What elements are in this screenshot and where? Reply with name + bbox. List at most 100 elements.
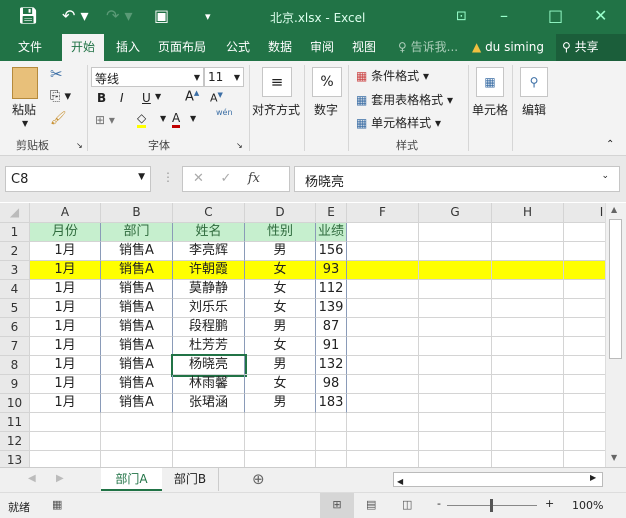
touch-mode-icon[interactable]: ▣ xyxy=(154,6,169,25)
column-header-A[interactable]: A xyxy=(30,203,101,223)
select-all-button[interactable]: ◢ xyxy=(0,203,30,223)
insert-function-button[interactable]: fx xyxy=(248,171,260,186)
page-break-view-icon[interactable]: ◫ xyxy=(402,498,412,511)
cell-D8[interactable]: 男 xyxy=(245,356,316,375)
tab-data[interactable]: 数据 xyxy=(262,34,298,61)
row-header[interactable]: 12 xyxy=(0,432,30,451)
enter-icon[interactable]: ✓ xyxy=(220,171,231,186)
cell-D1[interactable]: 性别 xyxy=(245,223,316,242)
cell-G7[interactable] xyxy=(419,337,492,356)
fill-dropdown-icon[interactable]: ▼ xyxy=(160,114,166,123)
format-as-table-button[interactable]: ▦ 套用表格格式 ▾ xyxy=(356,91,453,108)
cell-C3[interactable]: 许朝霞 xyxy=(173,261,245,280)
cell-B2[interactable]: 销售A xyxy=(101,242,173,261)
row-header[interactable]: 3 xyxy=(0,261,30,280)
font-name-select[interactable]: 等线 ▼ xyxy=(91,67,204,87)
cell-A8[interactable]: 1月 xyxy=(30,356,101,375)
cell-B13[interactable] xyxy=(101,451,173,467)
maximize-icon[interactable]: □ xyxy=(548,6,563,25)
zoom-slider-thumb[interactable] xyxy=(490,499,493,512)
cell-F5[interactable] xyxy=(347,299,419,318)
cell-C13[interactable] xyxy=(173,451,245,467)
scrollbar-thumb[interactable] xyxy=(609,219,622,359)
percent-icon[interactable]: % xyxy=(312,67,342,97)
tab-review[interactable]: 审阅 xyxy=(304,34,340,61)
cell-B3[interactable]: 销售A xyxy=(101,261,173,280)
cell-C1[interactable]: 姓名 xyxy=(173,223,245,242)
cell-E11[interactable] xyxy=(316,413,347,432)
paste-dropdown-icon[interactable]: ▼ xyxy=(22,119,28,128)
cell-I11[interactable] xyxy=(564,413,605,432)
cell-C2[interactable]: 李亮辉 xyxy=(173,242,245,261)
normal-view-icon[interactable]: ⊞ xyxy=(320,493,354,518)
vertical-scrollbar[interactable]: ▲ ▼ xyxy=(605,203,626,467)
cell-C4[interactable]: 莫静静 xyxy=(173,280,245,299)
cell-F13[interactable] xyxy=(347,451,419,467)
cell-G4[interactable] xyxy=(419,280,492,299)
cell-B7[interactable]: 销售A xyxy=(101,337,173,356)
undo-icon[interactable]: ↶ ▾ xyxy=(62,6,89,25)
cell-F1[interactable] xyxy=(347,223,419,242)
next-sheet-icon[interactable]: ▶ xyxy=(56,473,64,484)
cell-C10[interactable]: 张珺涵 xyxy=(173,394,245,413)
cell-B5[interactable]: 销售A xyxy=(101,299,173,318)
zoom-in-button[interactable]: + xyxy=(545,497,554,510)
cell-B11[interactable] xyxy=(101,413,173,432)
tab-insert[interactable]: 插入 xyxy=(110,34,146,61)
cell-D3[interactable]: 女 xyxy=(245,261,316,280)
user-account[interactable]: ▲ du siming xyxy=(466,34,550,61)
cell-G13[interactable] xyxy=(419,451,492,467)
cell-G12[interactable] xyxy=(419,432,492,451)
scroll-left-icon[interactable]: ◀ xyxy=(397,477,403,486)
tab-view[interactable]: 视图 xyxy=(346,34,382,61)
row-header[interactable]: 7 xyxy=(0,337,30,356)
cell-H7[interactable] xyxy=(492,337,564,356)
underline-dropdown-icon[interactable]: ▼ xyxy=(155,92,161,101)
cell-I12[interactable] xyxy=(564,432,605,451)
row-header[interactable]: 5 xyxy=(0,299,30,318)
row-header[interactable]: 6 xyxy=(0,318,30,337)
font-size-select[interactable]: 11 ▼ xyxy=(204,67,244,87)
tab-home[interactable]: 开始 xyxy=(62,34,105,61)
cell-E1[interactable]: 业绩 xyxy=(316,223,347,242)
cell-E6[interactable]: 87 xyxy=(316,318,347,337)
cell-A2[interactable]: 1月 xyxy=(30,242,101,261)
cell-B10[interactable]: 销售A xyxy=(101,394,173,413)
cell-H8[interactable] xyxy=(492,356,564,375)
paste-icon[interactable] xyxy=(12,67,38,99)
row-header[interactable]: 2 xyxy=(0,242,30,261)
dialog-launcher-icon[interactable]: ↘ xyxy=(76,141,83,150)
underline-button[interactable]: U xyxy=(142,91,151,105)
cell-E9[interactable]: 98 xyxy=(316,375,347,394)
cells-button[interactable]: 单元格 xyxy=(472,101,508,118)
cell-H3[interactable] xyxy=(492,261,564,280)
cell-I5[interactable] xyxy=(564,299,605,318)
cell-F4[interactable] xyxy=(347,280,419,299)
cell-C6[interactable]: 段程鹏 xyxy=(173,318,245,337)
minimize-icon[interactable]: – xyxy=(500,6,508,25)
cell-F9[interactable] xyxy=(347,375,419,394)
cell-C7[interactable]: 杜芳芳 xyxy=(173,337,245,356)
page-layout-view-icon[interactable]: ▤ xyxy=(366,498,376,511)
cell-G6[interactable] xyxy=(419,318,492,337)
phonetic-button[interactable]: wén xyxy=(216,108,233,117)
cell-G9[interactable] xyxy=(419,375,492,394)
row-header[interactable]: 13 xyxy=(0,451,30,467)
column-header-G[interactable]: G xyxy=(419,203,492,223)
cell-D13[interactable] xyxy=(245,451,316,467)
conditional-format-button[interactable]: ▦ 条件格式 ▾ xyxy=(356,67,429,84)
cell-D12[interactable] xyxy=(245,432,316,451)
number-button[interactable]: 数字 xyxy=(314,101,338,118)
cell-I8[interactable] xyxy=(564,356,605,375)
add-sheet-icon[interactable]: ⊕ xyxy=(252,470,265,488)
row-header[interactable]: 11 xyxy=(0,413,30,432)
prev-sheet-icon[interactable]: ◀ xyxy=(28,473,36,484)
scroll-up-icon[interactable]: ▲ xyxy=(611,205,617,214)
cell-C11[interactable] xyxy=(173,413,245,432)
cell-H13[interactable] xyxy=(492,451,564,467)
collapse-ribbon-icon[interactable]: ⌃ xyxy=(606,139,614,150)
cell-E3[interactable]: 93 xyxy=(316,261,347,280)
cell-E7[interactable]: 91 xyxy=(316,337,347,356)
cell-A1[interactable]: 月份 xyxy=(30,223,101,242)
edit-button[interactable]: 编辑 xyxy=(522,101,546,118)
